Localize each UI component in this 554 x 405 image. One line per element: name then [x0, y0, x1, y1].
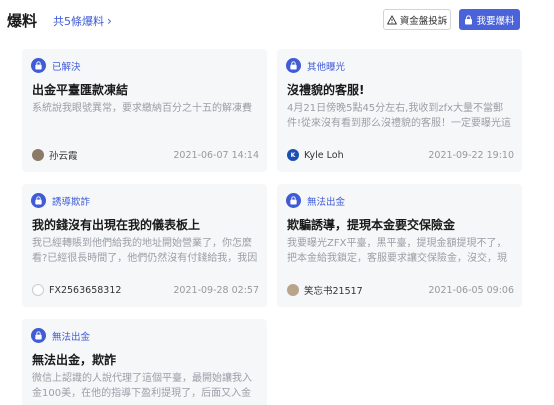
card-author: FX2563658312	[32, 284, 121, 296]
card-tag: 無法出金	[31, 328, 90, 343]
card-date: 2021-09-28 02:57	[173, 284, 259, 296]
report-card[interactable]: 誘導欺詐 我的錢沒有出現在我的儀表板上 我已經轉賬到他們給我的地址開始營業了，你…	[22, 184, 267, 307]
card-author: 孙云霞	[32, 148, 78, 162]
card-footer: 孙云霞 2021-06-07 14:14	[32, 148, 259, 162]
card-tag: 其他曝光	[286, 58, 345, 73]
card-date: 2021-06-07 14:14	[173, 149, 259, 161]
author-name: 孙云霞	[49, 151, 78, 162]
card-author: K Kyle Loh	[287, 149, 344, 161]
card-author: 笑忘书21517	[287, 283, 363, 297]
avatar	[287, 284, 299, 296]
lock-icon	[31, 193, 46, 208]
card-tag-label: 已解決	[52, 61, 81, 73]
author-name: 笑忘书21517	[304, 286, 363, 297]
card-description: 我要曝光ZFX平臺，黑平臺，提現金額提現不了，把本金給我鎖定，客服要求讓交保險金…	[287, 238, 507, 264]
avatar	[32, 284, 44, 296]
report-count-label: 共5條爆料	[53, 15, 104, 28]
avatar	[32, 149, 44, 161]
card-tag-label: 其他曝光	[307, 61, 346, 73]
card-title[interactable]: 我的錢沒有出現在我的儀表板上	[32, 216, 200, 233]
report-card[interactable]: 其他曝光 沒禮貌的客服! 4月21日傍晚5點45分左右,我收到zfx大量不當郵件…	[277, 49, 522, 172]
card-tag-label: 無法出金	[52, 331, 91, 343]
report-button-label: 我要爆料	[476, 15, 515, 27]
report-count-link[interactable]: 共5條爆料 ›	[53, 13, 112, 29]
card-tag: 無法出金	[286, 193, 345, 208]
card-footer: 笑忘书21517 2021-06-05 09:06	[287, 283, 514, 297]
card-tag: 已解決	[31, 58, 81, 73]
page-header: 爆料 共5條爆料 › 資金盤投訴 我要爆料	[0, 0, 554, 40]
lock-icon	[286, 58, 301, 73]
lock-icon	[286, 193, 301, 208]
report-card[interactable]: 無法出金 欺騙誘導，提現本金要交保險金 我要曝光ZFX平臺，黑平臺，提現金額提現…	[277, 184, 522, 307]
page-title: 爆料	[7, 12, 38, 30]
card-description: 系統說我眼號異常，要求繳納百分之十五的解凍費	[32, 103, 252, 114]
card-title[interactable]: 欺騙誘導，提現本金要交保險金	[287, 216, 455, 233]
report-button[interactable]: 我要爆料	[459, 9, 520, 30]
lock-icon	[465, 14, 473, 24]
complaint-button-label: 資金盤投訴	[399, 15, 448, 27]
card-title[interactable]: 無法出金，欺詐	[32, 351, 116, 368]
card-footer: K Kyle Loh 2021-09-22 19:10	[287, 148, 514, 162]
card-title[interactable]: 沒禮貌的客服!	[287, 81, 364, 98]
card-description: 我已經轉賬到他們給我的地址開始營業了，你怎麼看?已經很長時間了，他們仍然沒有付錢…	[32, 238, 258, 264]
card-tag-label: 無法出金	[307, 196, 346, 208]
lock-icon	[31, 58, 46, 73]
card-tag: 誘導欺詐	[31, 193, 90, 208]
chevron-right-icon: ›	[107, 14, 112, 28]
warning-icon	[386, 14, 397, 24]
card-date: 2021-09-22 19:10	[428, 149, 514, 161]
card-title[interactable]: 出金平臺匯款凍結	[32, 81, 128, 98]
card-date: 2021-06-05 09:06	[428, 284, 514, 296]
card-tag-label: 誘導欺詐	[52, 196, 91, 208]
card-footer: FX2563658312 2021-09-28 02:57	[32, 283, 259, 297]
card-description: 4月21日傍晚5點45分左右,我收到zfx大量不當郵件!從來沒有看到那么沒禮貌的…	[287, 103, 512, 129]
author-name: Kyle Loh	[304, 149, 344, 161]
lock-icon	[31, 328, 46, 343]
report-card[interactable]: 無法出金 無法出金，欺詐 微信上認識的人說代理了這個平臺，最開始讓我入金100美…	[22, 319, 267, 405]
report-card[interactable]: 已解決 出金平臺匯款凍結 系統說我眼號異常，要求繳納百分之十五的解凍費 孙云霞 …	[22, 49, 267, 172]
author-name: FX2563658312	[49, 284, 122, 296]
complaint-button[interactable]: 資金盤投訴	[383, 9, 451, 30]
avatar: K	[287, 149, 299, 161]
card-description: 微信上認識的人說代理了這個平臺，最開始讓我入金100美，在他的指導下盈利提現了，…	[32, 373, 252, 399]
